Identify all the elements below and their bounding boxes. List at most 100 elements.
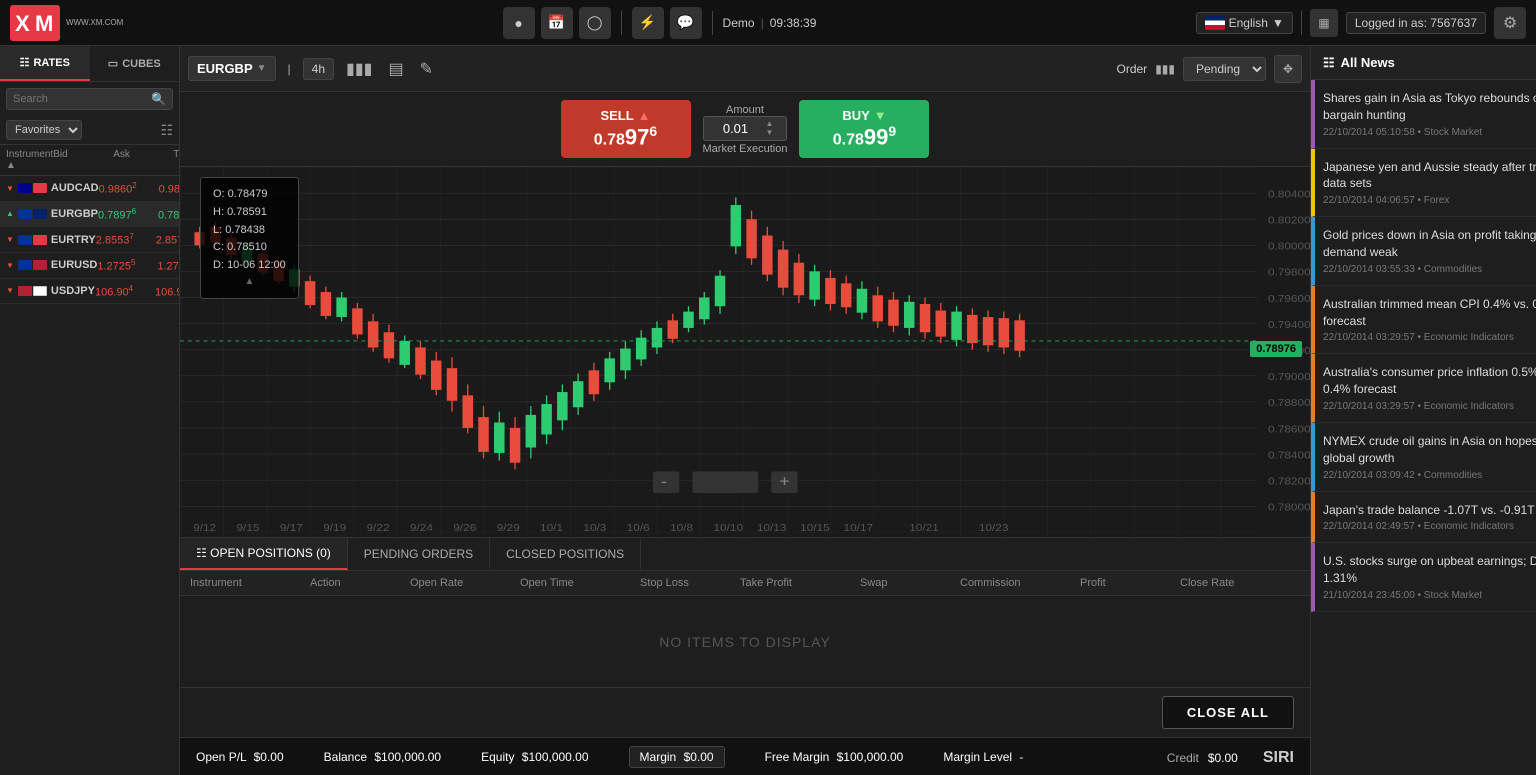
svg-text:10/3: 10/3 xyxy=(583,523,606,534)
calendar-icon[interactable]: 📅 xyxy=(541,7,573,39)
list-item[interactable]: ▼ USDJPY 106.904 106.928 09:38 xyxy=(0,279,179,305)
timeframe-button[interactable]: 4h xyxy=(303,58,334,80)
tab-cubes[interactable]: ▭ CUBES xyxy=(90,46,180,81)
logo-www: WWW.XM.COM xyxy=(66,18,123,27)
list-item[interactable]: ▼ AUDCAD 0.98602 0.98651 09:38 xyxy=(0,176,179,202)
selected-instrument: EURGBP xyxy=(197,61,253,76)
open-positions-label: OPEN POSITIONS (0) xyxy=(210,546,331,560)
grid-view-icon[interactable]: ☷ xyxy=(160,122,173,139)
list-item[interactable]: Australia's consumer price inflation 0.5… xyxy=(1311,354,1536,423)
news-item-meta: 22/10/2014 04:06:57 • Forex xyxy=(1323,195,1536,206)
free-margin-stat: Free Margin $100,000.00 xyxy=(765,750,904,764)
news-item-content: Shares gain in Asia as Tokyo rebounds on… xyxy=(1323,90,1536,138)
margin-level-stat: Margin Level - xyxy=(943,750,1023,764)
tab-open-positions[interactable]: ☷ OPEN POSITIONS (0) xyxy=(180,538,348,570)
news-item-title: Japan's trade balance -1.07T vs. -0.91T … xyxy=(1323,502,1536,519)
settings-button[interactable]: ⚙ xyxy=(1494,7,1526,39)
closed-positions-label: CLOSED POSITIONS xyxy=(506,547,624,561)
list-item[interactable]: U.S. stocks surge on upbeat earnings; Do… xyxy=(1311,543,1536,612)
hatch-icon[interactable]: ▦ xyxy=(1310,9,1338,37)
ohlc-date: D: 10-06 12:00 xyxy=(213,257,286,275)
svg-text:10/15: 10/15 xyxy=(800,523,830,534)
separator2 xyxy=(712,11,713,35)
news-item-content: Japan's trade balance -1.07T vs. -0.91T … xyxy=(1323,502,1536,533)
siri-logo: Credit $0.00 SIRI xyxy=(1167,746,1294,767)
list-item[interactable]: ▼ EURTRY 2.85537 2.85743 09:38 xyxy=(0,227,179,253)
ohlc-high: H: 0.78591 xyxy=(213,204,286,222)
svg-text:10/6: 10/6 xyxy=(627,523,650,534)
svg-text:9/12: 9/12 xyxy=(193,523,216,534)
cubes-tab-label: CUBES xyxy=(122,58,161,70)
positions-tabs: ☷ OPEN POSITIONS (0) PENDING ORDERS CLOS… xyxy=(180,538,1310,571)
language-selector[interactable]: English ▼ xyxy=(1196,12,1293,34)
list-item[interactable]: ▼ EURUSD 1.27255 1.27275 09:38 xyxy=(0,253,179,279)
svg-text:-: - xyxy=(661,473,667,490)
amount-input[interactable] xyxy=(706,121,766,136)
no-items-message: NO ITEMS TO DISPLAY xyxy=(180,596,1310,687)
list-item[interactable]: Japanese yen and Aussie steady after tra… xyxy=(1311,149,1536,218)
order-label: Order xyxy=(1117,62,1148,76)
draw-icon[interactable]: ✎ xyxy=(416,55,437,83)
flag-tr-icon xyxy=(33,235,47,245)
instruments-header: Instrument ▲ Bid Ask Time xyxy=(0,145,179,176)
tab-rates[interactable]: ☷ RATES xyxy=(0,46,90,81)
instrument-name: ▼ EURUSD xyxy=(6,259,97,271)
separator xyxy=(621,11,622,35)
col-action: Action xyxy=(310,577,410,589)
sell-button[interactable]: SELL ▲ 0.78976 xyxy=(561,100,691,158)
tab-pending-orders[interactable]: PENDING ORDERS xyxy=(348,539,490,569)
list-item[interactable]: Australian trimmed mean CPI 0.4% vs. 0.5… xyxy=(1311,286,1536,355)
rates-tab-label: RATES xyxy=(33,57,69,69)
ask-value: 106.928 xyxy=(155,284,179,299)
chart-type-icon[interactable]: | xyxy=(284,58,295,80)
list-item[interactable]: Shares gain in Asia as Tokyo rebounds on… xyxy=(1311,80,1536,149)
list-item[interactable]: Gold prices down in Asia on profit takin… xyxy=(1311,217,1536,286)
ask-value: 1.27275 xyxy=(157,258,179,273)
chart-view-icon[interactable]: ▤ xyxy=(384,55,407,83)
instrument-selector[interactable]: EURGBP ▼ xyxy=(188,56,276,81)
bid-value: 106.904 xyxy=(95,284,155,299)
news-item-title: Australian trimmed mean CPI 0.4% vs. 0.5… xyxy=(1323,296,1536,330)
rates-grid-icon: ☷ xyxy=(20,56,30,69)
buy-button[interactable]: BUY ▼ 0.78999 xyxy=(799,100,929,158)
list-item[interactable]: ▲ EURGBP 0.78976 0.78999 09:38 xyxy=(0,202,179,228)
credit-label: Credit xyxy=(1167,751,1199,765)
amount-down-icon[interactable]: ▼ xyxy=(766,128,774,138)
flag-us-icon xyxy=(33,260,47,270)
time-col-header: Time xyxy=(173,149,179,171)
candlestick-chart: 9/12 9/15 9/17 9/19 9/22 9/24 9/26 9/29 … xyxy=(180,167,1310,537)
svg-text:0.80200: 0.80200 xyxy=(1268,216,1310,227)
market-icon[interactable]: ◯ xyxy=(579,7,611,39)
news-title-label: All News xyxy=(1341,55,1395,70)
tab-closed-positions[interactable]: CLOSED POSITIONS xyxy=(490,539,641,569)
equity-stat: Equity $100,000.00 xyxy=(481,750,588,764)
order-bars-icon: ▮▮▮ xyxy=(1155,62,1175,76)
bid-col-header: Bid xyxy=(53,149,113,171)
execution-select[interactable]: Pending xyxy=(1183,57,1266,81)
news-item-content: U.S. stocks surge on upbeat earnings; Do… xyxy=(1323,553,1536,601)
instrument-name: ▼ AUDCAD xyxy=(6,182,99,194)
expand-button[interactable]: ✥ xyxy=(1274,55,1302,83)
balance-label: Balance xyxy=(324,750,367,764)
favorites-select[interactable]: Favorites xyxy=(6,120,82,140)
news-item-meta: 21/10/2014 23:45:00 • Stock Market xyxy=(1323,590,1536,601)
language-label: English xyxy=(1229,16,1268,30)
list-item[interactable]: NYMEX crude oil gains in Asia on hopes f… xyxy=(1311,423,1536,492)
news-item-title: Australia's consumer price inflation 0.5… xyxy=(1323,364,1536,398)
lightning-icon[interactable]: ⚡ xyxy=(632,7,664,39)
list-item[interactable]: Japan's trade balance -1.07T vs. -0.91T … xyxy=(1311,492,1536,544)
amount-up-icon[interactable]: ▲ xyxy=(766,119,774,129)
account-icon[interactable]: ● xyxy=(503,7,535,39)
chat-icon[interactable]: 💬 xyxy=(670,7,702,39)
siri-text: SIRI xyxy=(1263,749,1294,766)
instrument-col-header: Instrument ▲ xyxy=(6,149,53,171)
close-all-button[interactable]: CLOSE ALL xyxy=(1162,696,1294,729)
svg-text:9/15: 9/15 xyxy=(237,523,260,534)
demo-label: Demo xyxy=(723,16,755,30)
price-marker: 0.78976 xyxy=(1250,341,1302,357)
down-arrow-icon: ▼ xyxy=(6,235,14,244)
col-take-profit: Take Profit xyxy=(740,577,860,589)
bid-value: 1.27255 xyxy=(97,258,157,273)
indicators-icon[interactable]: ▮▮▮ xyxy=(342,55,376,83)
search-input[interactable] xyxy=(13,93,151,105)
